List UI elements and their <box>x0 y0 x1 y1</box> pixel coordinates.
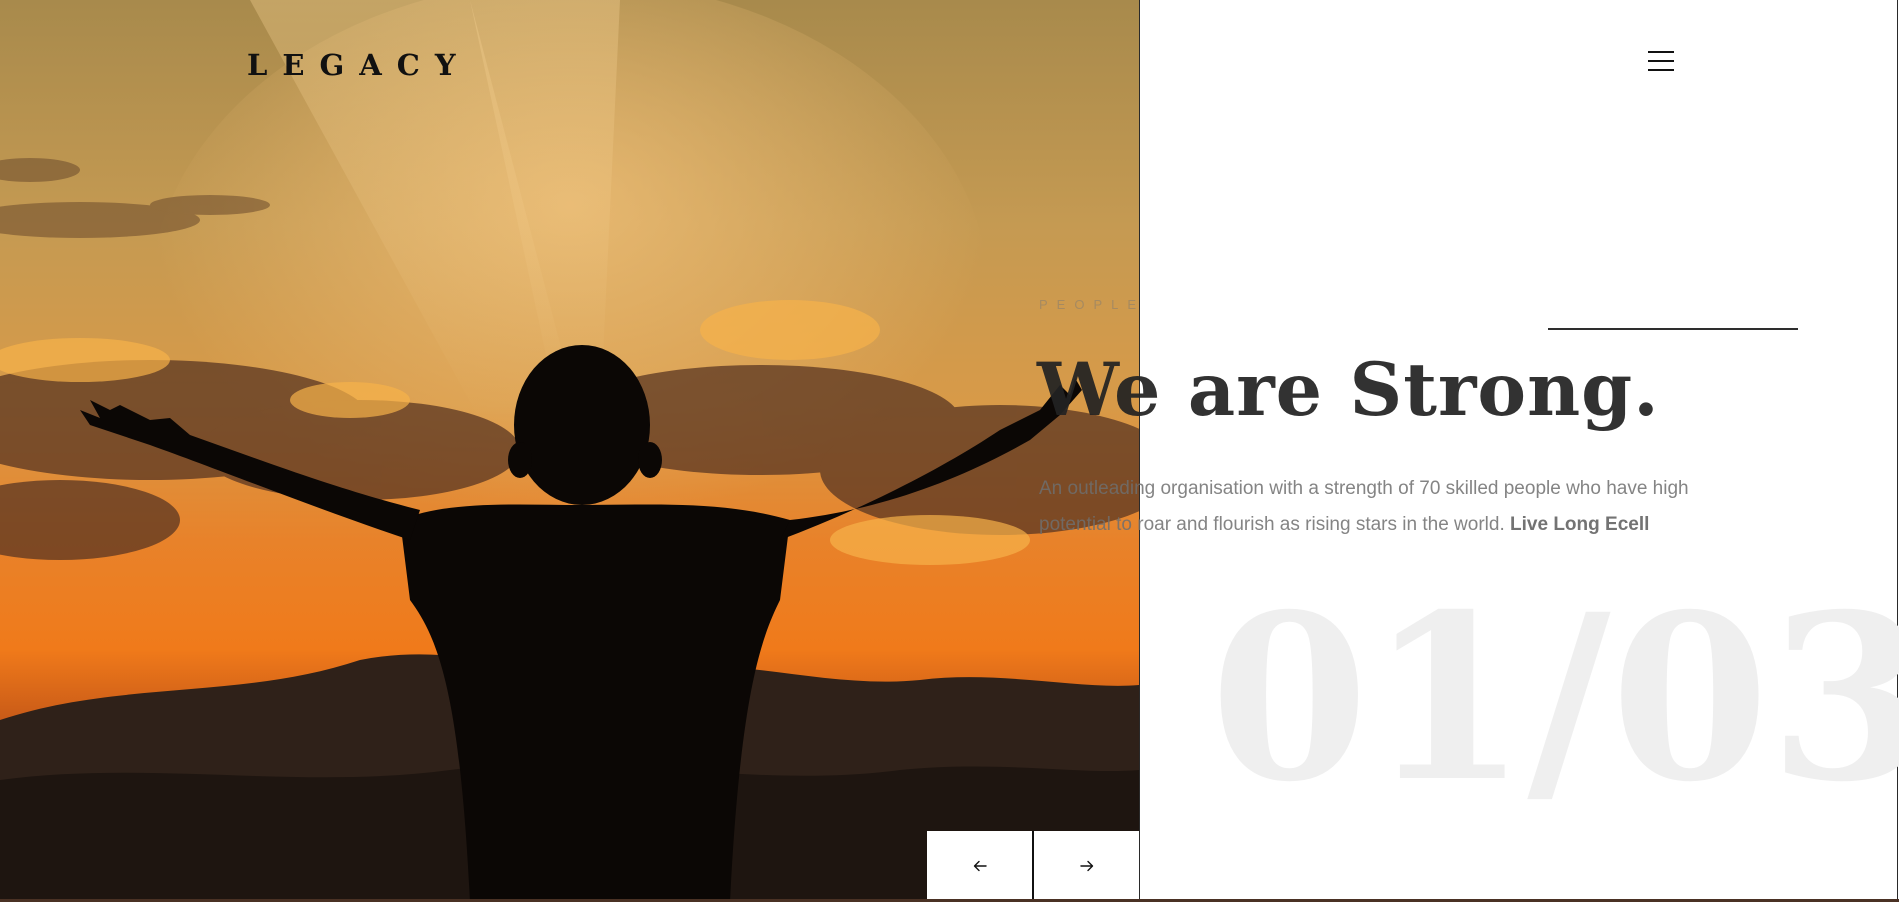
prev-slide-button[interactable] <box>927 831 1032 900</box>
menu-line <box>1648 69 1674 71</box>
slider-nav <box>927 831 1139 900</box>
slide-counter: 01/03 <box>1210 564 1899 832</box>
slide-eyebrow: PEOPLE <box>1039 297 1146 312</box>
arrow-right-icon <box>1079 860 1093 871</box>
hamburger-menu-icon[interactable] <box>1641 46 1681 78</box>
brand-logo[interactable]: LEGACY <box>247 48 471 82</box>
slide-description: An outleading organisation with a streng… <box>1039 471 1719 543</box>
next-slide-button[interactable] <box>1034 831 1139 900</box>
description-bold: Live Long Ecell <box>1510 514 1650 535</box>
slide-headline: We are Strong. <box>1037 347 1660 433</box>
arrow-left-icon <box>973 860 987 871</box>
hero-photo <box>0 0 1139 902</box>
page: LEGACY PEOPLE We are Strong. An outleadi… <box>0 0 1899 902</box>
menu-line <box>1648 51 1674 53</box>
menu-line <box>1648 60 1674 62</box>
decorative-rule <box>1548 328 1798 330</box>
